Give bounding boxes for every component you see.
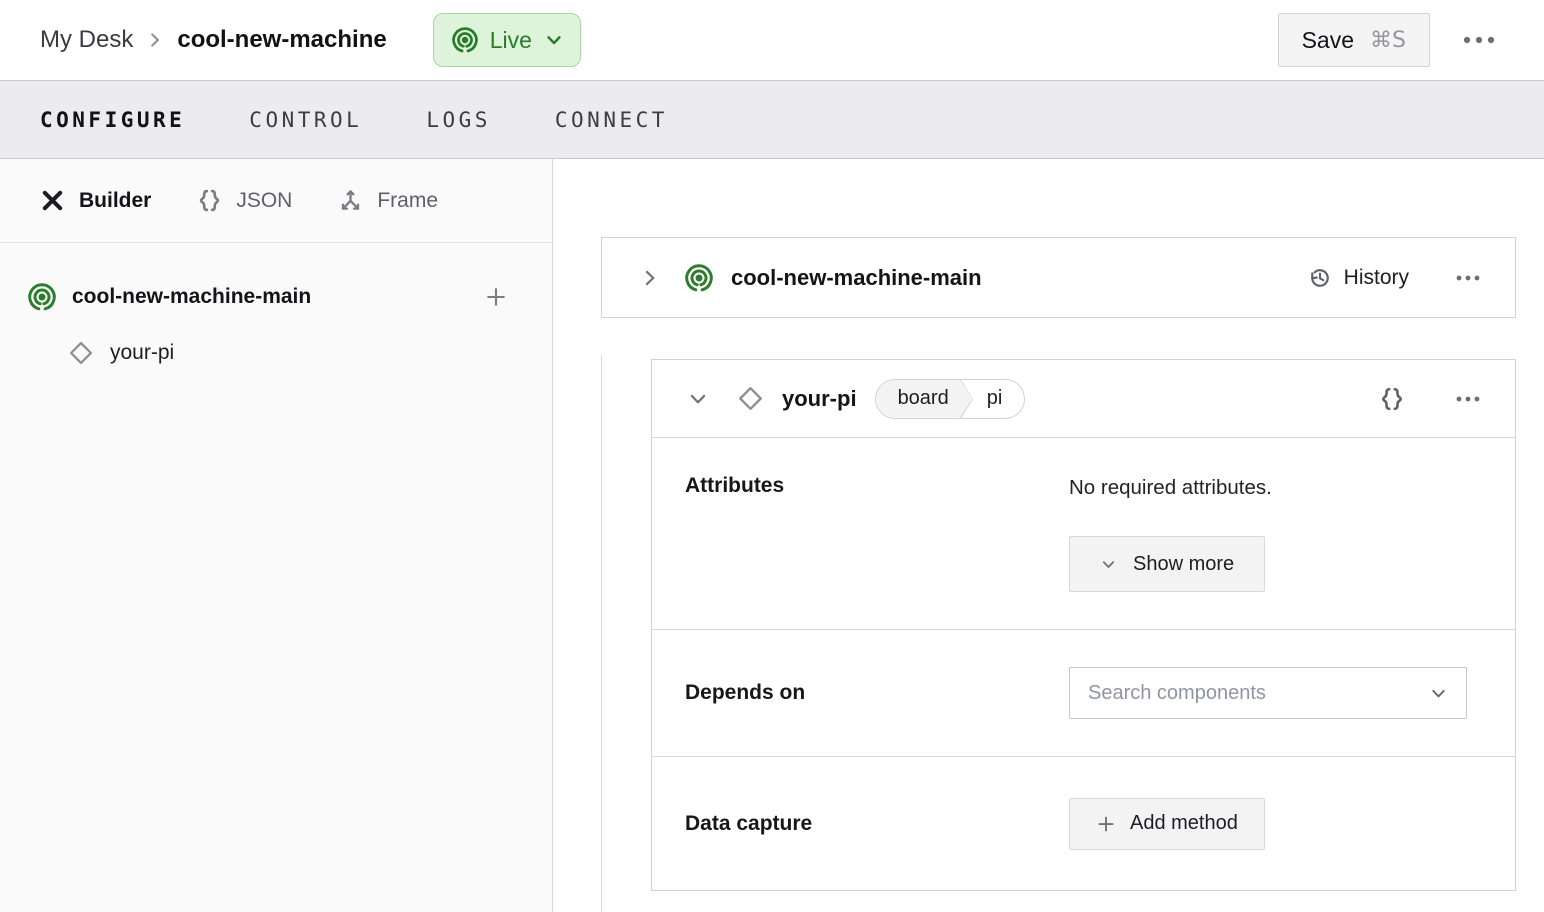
tree-machine-part-label: cool-new-machine-main xyxy=(72,285,312,308)
config-sidebar: Builder JSON Frame cool-new-machine-main… xyxy=(0,159,553,912)
tab-configure[interactable]: CONFIGURE xyxy=(40,102,185,138)
page-body: Builder JSON Frame cool-new-machine-main… xyxy=(0,159,1544,912)
attributes-section: Attributes No required attributes. Show … xyxy=(652,438,1515,630)
add-method-button[interactable]: Add method xyxy=(1069,797,1265,850)
machine-card-actions: History xyxy=(1308,266,1485,290)
broadcast-icon xyxy=(452,27,478,53)
topbar: My Desk cool-new-machine Live Save ⌘S xyxy=(0,0,1544,80)
crossed-tools-icon xyxy=(40,188,65,213)
show-more-button[interactable]: Show more xyxy=(1069,536,1266,592)
tab-logs[interactable]: LOGS xyxy=(426,102,491,138)
history-button[interactable]: History xyxy=(1308,266,1409,290)
chevron-down-icon xyxy=(1429,684,1448,703)
mode-builder[interactable]: Builder xyxy=(40,188,151,213)
mode-frame-label: Frame xyxy=(377,188,439,212)
show-more-button-label: Show more xyxy=(1133,552,1235,575)
history-button-label: History xyxy=(1343,265,1409,289)
component-card-actions xyxy=(1375,382,1485,416)
chevron-right-icon xyxy=(639,267,661,289)
braces-icon xyxy=(197,188,222,213)
depends-on-section-content: Search components xyxy=(1069,667,1482,719)
depends-on-section: Depends on Search components xyxy=(652,630,1515,757)
chevron-right-icon xyxy=(145,30,165,50)
frame-axes-icon xyxy=(338,188,363,213)
component-card-collapse-button[interactable] xyxy=(683,384,713,414)
machine-card-title: cool-new-machine-main xyxy=(731,264,982,290)
mode-json-label: JSON xyxy=(236,188,293,212)
tree-connector-line xyxy=(601,355,602,912)
attributes-section-label: Attributes xyxy=(685,474,785,497)
chevron-down-icon xyxy=(687,388,709,410)
data-capture-section: Data capture Add method xyxy=(652,757,1515,890)
resource-tree: cool-new-machine-main your-pi xyxy=(0,243,552,375)
ellipsis-icon xyxy=(1462,32,1496,48)
attributes-section-content: No required attributes. Show more xyxy=(1069,474,1482,592)
depends-on-section-label: Depends on xyxy=(685,681,806,704)
add-method-button-label: Add method xyxy=(1130,812,1238,834)
breadcrumb: My Desk cool-new-machine xyxy=(40,26,387,54)
machine-part-card: cool-new-machine-main History xyxy=(601,237,1516,318)
tab-connect[interactable]: CONNECT xyxy=(555,102,668,138)
config-content: cool-new-machine-main History your-pi bo… xyxy=(553,159,1544,912)
diamond-icon xyxy=(68,340,94,366)
topbar-overflow-menu-button[interactable] xyxy=(1458,28,1500,52)
config-mode-toolbar: Builder JSON Frame xyxy=(0,159,552,243)
depends-on-search-placeholder: Search components xyxy=(1088,681,1266,704)
viam-machine-page: My Desk cool-new-machine Live Save ⌘S CO… xyxy=(0,0,1544,912)
component-json-view-button[interactable] xyxy=(1375,382,1409,416)
machine-card-expand-button[interactable] xyxy=(635,263,665,293)
history-clock-icon xyxy=(1308,266,1332,290)
mode-builder-label: Builder xyxy=(79,188,152,212)
component-card: your-pi board pi Attributes No required … xyxy=(651,359,1516,891)
broadcast-icon xyxy=(28,283,56,311)
add-resource-button[interactable] xyxy=(480,281,512,313)
save-button[interactable]: Save ⌘S xyxy=(1277,13,1430,67)
primary-tabbar: CONFIGURE CONTROL LOGS CONNECT xyxy=(0,80,1544,159)
machine-name: cool-new-machine xyxy=(177,26,387,53)
machine-card-overflow-menu-button[interactable] xyxy=(1451,267,1485,289)
attributes-empty-text: No required attributes. xyxy=(1069,476,1272,499)
tree-item-component[interactable]: your-pi xyxy=(68,331,512,375)
data-capture-section-label: Data capture xyxy=(685,811,813,835)
mode-json[interactable]: JSON xyxy=(197,188,292,213)
component-type-model-pill: board pi xyxy=(874,378,1026,419)
plus-icon xyxy=(484,285,508,309)
ellipsis-icon xyxy=(1455,392,1481,406)
component-type-tag: board xyxy=(876,380,973,418)
mode-frame[interactable]: Frame xyxy=(338,188,438,213)
depends-on-search-select[interactable]: Search components xyxy=(1069,667,1467,719)
braces-icon xyxy=(1379,386,1405,412)
diamond-icon xyxy=(737,385,764,412)
component-card-overflow-menu-button[interactable] xyxy=(1451,388,1485,410)
plus-icon xyxy=(1096,814,1116,834)
live-status-dropdown[interactable]: Live xyxy=(432,13,581,67)
chevron-down-icon xyxy=(1100,556,1117,573)
tree-component-label: your-pi xyxy=(110,341,175,364)
tree-item-machine-part[interactable]: cool-new-machine-main xyxy=(28,275,512,319)
broadcast-icon xyxy=(685,263,713,292)
ellipsis-icon xyxy=(1455,271,1481,285)
chevron-down-icon xyxy=(544,30,564,50)
tab-control[interactable]: CONTROL xyxy=(249,102,362,138)
component-model-tag: pi xyxy=(986,387,1003,409)
save-button-label: Save xyxy=(1301,26,1355,53)
breadcrumb-parent-link[interactable]: My Desk xyxy=(40,26,133,54)
component-card-header: your-pi board pi xyxy=(652,360,1515,438)
save-shortcut-hint: ⌘S xyxy=(1370,27,1406,53)
data-capture-section-content: Add method xyxy=(1069,797,1482,850)
live-status-label: Live xyxy=(489,26,532,53)
component-card-title: your-pi xyxy=(782,385,857,411)
topbar-actions: Save ⌘S xyxy=(1277,13,1500,67)
